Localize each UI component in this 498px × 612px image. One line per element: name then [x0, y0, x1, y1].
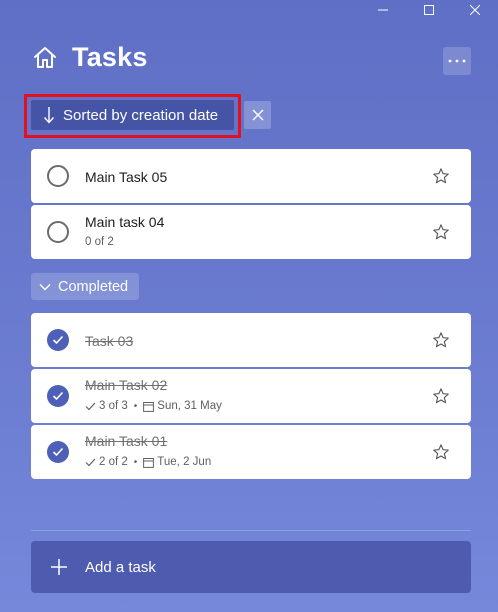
star-icon[interactable]	[431, 442, 451, 462]
close-window-button[interactable]	[452, 0, 498, 20]
plus-icon	[49, 557, 69, 577]
add-task-label: Add a task	[85, 558, 156, 576]
task-title: Main Task 05	[85, 169, 168, 185]
complete-task-checkbox[interactable]	[47, 165, 69, 187]
task-meta: 2 of 2 • Tue, 2 Jun	[85, 456, 211, 468]
separator-dot: •	[133, 400, 138, 412]
more-options-button[interactable]	[443, 47, 471, 75]
clear-sort-button[interactable]	[244, 101, 271, 129]
task-steps: 0 of 2	[85, 236, 114, 248]
task-due-date: Sun, 31 May	[157, 400, 222, 412]
checkmark-icon	[85, 402, 96, 410]
sort-button[interactable]: Sorted by creation date	[31, 100, 234, 130]
task-meta: 3 of 3 • Sun, 31 May	[85, 400, 222, 412]
star-icon[interactable]	[431, 330, 451, 350]
page-header: Tasks	[30, 42, 148, 73]
completed-task-item[interactable]: Task 03	[31, 313, 471, 367]
add-task-input[interactable]: Add a task	[31, 541, 471, 593]
maximize-button[interactable]	[406, 0, 452, 20]
completed-checkbox[interactable]	[47, 441, 69, 463]
completed-section-toggle[interactable]: Completed	[31, 273, 139, 300]
minimize-icon	[378, 9, 388, 11]
calendar-icon	[143, 401, 155, 412]
more-horizontal-icon	[448, 59, 466, 63]
maximize-icon	[424, 5, 434, 15]
page-title: Tasks	[72, 42, 148, 72]
close-icon	[252, 109, 263, 121]
separator-dot: •	[133, 456, 138, 468]
task-item[interactable]: Main Task 05	[31, 149, 471, 203]
complete-task-checkbox[interactable]	[47, 221, 69, 243]
completed-checkbox[interactable]	[47, 329, 69, 351]
window-controls	[360, 0, 498, 20]
minimize-button[interactable]	[360, 0, 406, 20]
home-icon[interactable]	[30, 43, 60, 73]
completed-label: Completed	[58, 278, 129, 295]
task-meta: 0 of 2	[85, 236, 114, 248]
star-icon[interactable]	[431, 166, 451, 186]
task-steps: 3 of 3	[99, 400, 128, 412]
checkmark-icon	[85, 458, 96, 466]
task-title: Main Task 02	[85, 377, 168, 393]
star-icon[interactable]	[431, 222, 451, 242]
completed-checkbox[interactable]	[47, 385, 69, 407]
arrow-down-icon	[43, 106, 55, 124]
sort-label: Sorted by creation date	[63, 106, 219, 124]
chevron-down-icon	[39, 283, 51, 291]
close-window-icon	[470, 5, 480, 15]
task-due-date: Tue, 2 Jun	[157, 456, 212, 468]
task-item[interactable]: Main task 04 0 of 2	[31, 205, 471, 259]
task-title: Task 03	[85, 333, 134, 349]
task-title: Main task 04	[85, 214, 165, 230]
task-steps: 2 of 2	[99, 456, 128, 468]
completed-task-item[interactable]: Main Task 02 3 of 3 • Sun, 31 May	[31, 369, 471, 423]
star-icon[interactable]	[431, 386, 451, 406]
task-title: Main Task 01	[85, 433, 168, 449]
divider	[31, 530, 471, 531]
calendar-icon	[143, 457, 155, 468]
completed-task-item[interactable]: Main Task 01 2 of 2 • Tue, 2 Jun	[31, 425, 471, 479]
